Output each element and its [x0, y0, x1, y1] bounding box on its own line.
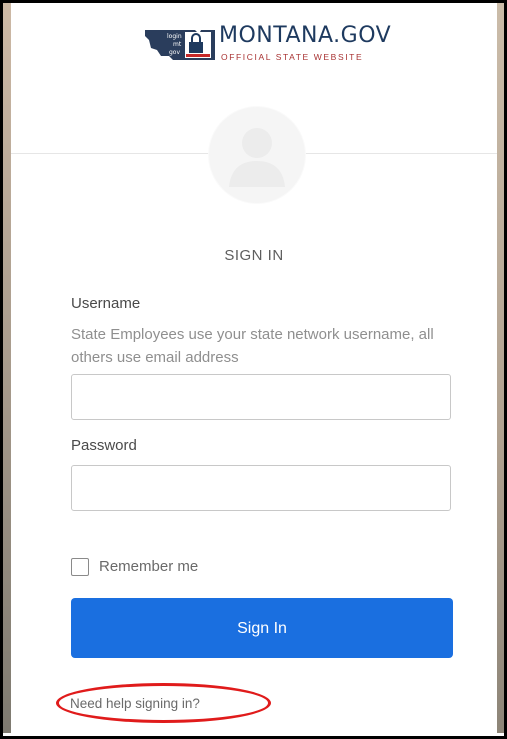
- logo-subtitle: OFFICIAL STATE WEBSITE: [221, 52, 364, 62]
- remember-me-label: Remember me: [99, 558, 199, 575]
- logo-badge-line-3: gov: [169, 49, 180, 56]
- montana-gov-logo[interactable]: login mt gov MONTANA.GOV OFFICIAL STATE …: [143, 21, 391, 67]
- logo-badge-line-1: login: [167, 33, 182, 40]
- sign-in-card: login mt gov MONTANA.GOV OFFICIAL STATE …: [11, 3, 497, 733]
- logo-title: MONTANA.GOV: [219, 23, 392, 48]
- sign-in-heading: SIGN IN: [224, 247, 284, 264]
- username-label: Username: [71, 295, 141, 312]
- avatar: [209, 107, 305, 203]
- remember-me-checkbox[interactable]: [71, 558, 89, 576]
- user-avatar-icon: [229, 128, 285, 187]
- montana-state-icon: login mt gov: [145, 30, 215, 60]
- password-input[interactable]: [71, 465, 451, 511]
- password-label: Password: [71, 437, 137, 454]
- background-edge-left: [3, 3, 11, 733]
- background-edge-right: [496, 3, 504, 733]
- help-link-highlight-oval: [56, 683, 271, 723]
- username-hint: State Employees use your state network u…: [71, 326, 434, 366]
- logo-badge-line-2: mt: [173, 41, 182, 48]
- sign-in-button[interactable]: Sign In: [71, 598, 453, 658]
- username-input[interactable]: [71, 374, 451, 420]
